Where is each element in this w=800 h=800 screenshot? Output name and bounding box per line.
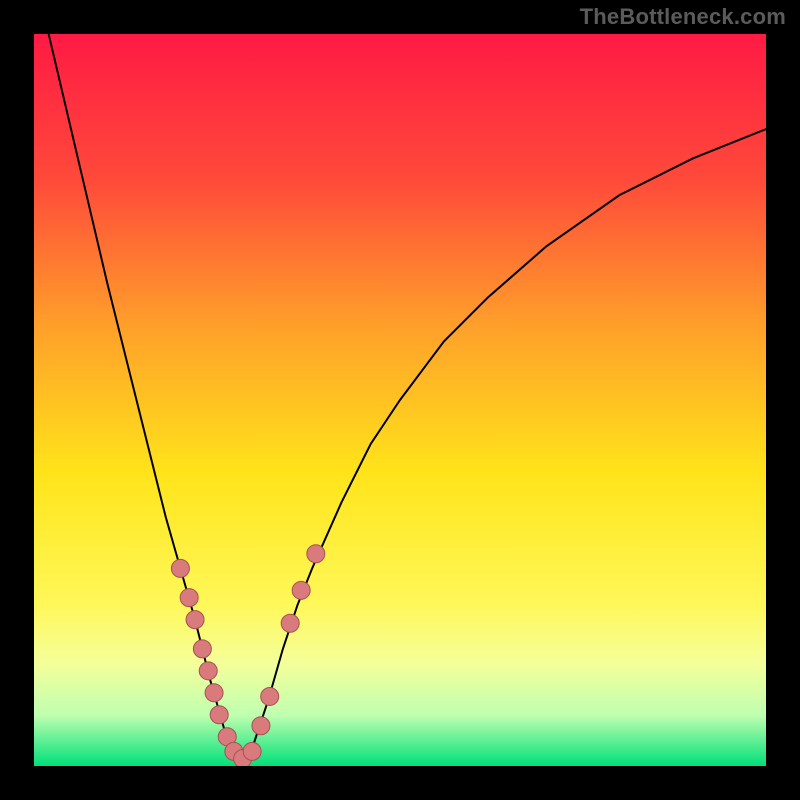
marker-dot [281,614,299,632]
marker-dot [210,706,228,724]
watermark-text: TheBottleneck.com [580,4,786,30]
chart-frame: TheBottleneck.com [0,0,800,800]
marker-dot [186,611,204,629]
marker-dot [205,684,223,702]
marker-dot [261,687,279,705]
marker-dot [180,589,198,607]
marker-dot [252,717,270,735]
marker-dot [292,581,310,599]
marker-dot [243,742,261,760]
marker-dot [171,559,189,577]
plot-svg [34,34,766,766]
marker-dot [307,545,325,563]
marker-dot [199,662,217,680]
plot-area [34,34,766,766]
marker-dot [193,640,211,658]
